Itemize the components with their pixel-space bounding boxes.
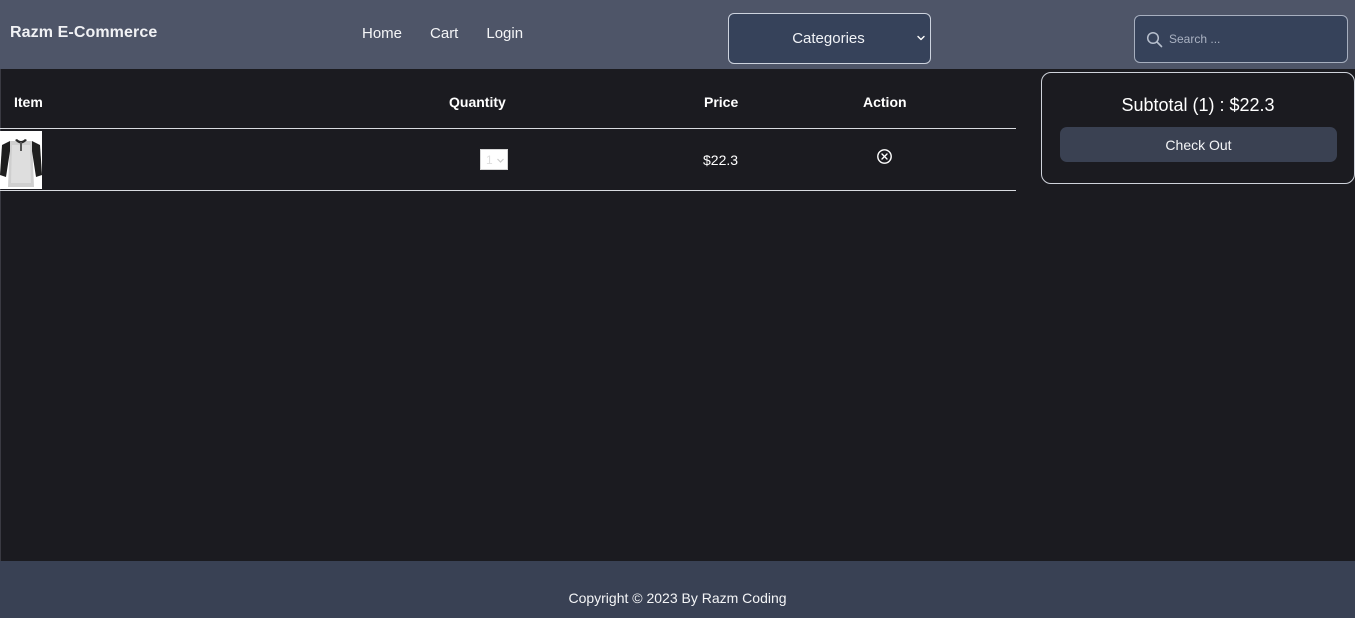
footer: Copyright © 2023 By Razm Coding (0, 561, 1355, 618)
quantity-select[interactable]: 1 (480, 149, 508, 170)
search-icon (1146, 31, 1163, 48)
navbar: Razm E-Commerce Home Cart Login Categori… (0, 0, 1355, 69)
search-input[interactable] (1169, 24, 1339, 54)
cart-table: Item Quantity Price Action 1 $22.3 (0, 69, 1016, 191)
order-summary: Subtotal (1) : $22.3 Check Out (1041, 72, 1355, 184)
subtotal-text: Subtotal (1) : $22.3 (1121, 95, 1275, 115)
brand-logo-link[interactable]: Razm E-Commerce (10, 24, 157, 42)
product-thumbnail[interactable] (0, 131, 42, 189)
search-box (1134, 15, 1348, 63)
column-header-action: Action (863, 94, 907, 110)
remove-circle-icon[interactable] (876, 148, 893, 165)
nav-links: Home Cart Login (362, 25, 523, 42)
categories-label: Categories (792, 30, 865, 47)
item-price: $22.3 (703, 152, 739, 168)
nav-link-home[interactable]: Home (362, 25, 402, 42)
categories-dropdown[interactable]: Categories (728, 13, 931, 64)
quantity-value: 1 (486, 153, 493, 167)
checkout-button[interactable]: Check Out (1060, 127, 1337, 162)
nav-link-login[interactable]: Login (486, 25, 523, 42)
chevron-down-icon (917, 35, 925, 41)
column-header-item: Item (14, 94, 43, 110)
chevron-down-icon (497, 158, 504, 163)
table-row: 1 $22.3 (0, 129, 1016, 191)
table-header: Item Quantity Price Action (0, 69, 1016, 129)
copyright-text: Copyright © 2023 By Razm Coding (568, 590, 787, 606)
nav-link-cart[interactable]: Cart (430, 25, 458, 42)
column-header-quantity: Quantity (449, 94, 506, 110)
tshirt-image (0, 131, 42, 189)
column-header-price: Price (704, 94, 739, 110)
